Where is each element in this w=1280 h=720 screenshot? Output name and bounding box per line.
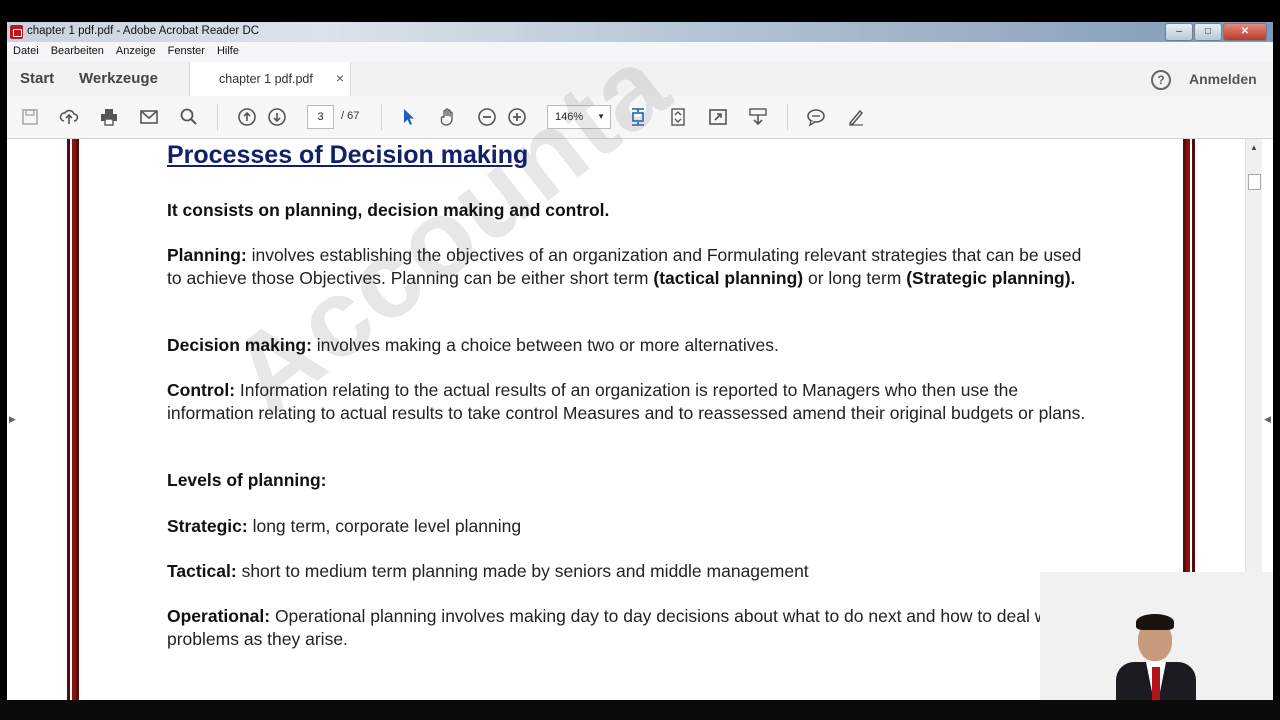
save-icon[interactable] <box>19 106 41 128</box>
os-taskbar <box>0 700 1280 720</box>
signin-button[interactable]: Anmelden <box>1189 71 1257 87</box>
menu-hilfe[interactable]: Hilfe <box>211 42 245 62</box>
planning-label: Planning: <box>167 245 247 265</box>
scrollbar-thumb[interactable] <box>1248 174 1261 190</box>
window-title: chapter 1 pdf.pdf - Adobe Acrobat Reader… <box>27 25 260 37</box>
scroll-up-icon[interactable]: ▲ <box>1250 143 1258 152</box>
sign-icon[interactable] <box>845 106 867 128</box>
levels-heading: Levels of planning: <box>167 469 1097 492</box>
tab-document-label: chapter 1 pdf.pdf <box>219 72 313 86</box>
minimize-button[interactable]: – <box>1165 23 1193 41</box>
toolbar-separator <box>217 104 218 130</box>
tactical-text: short to medium term planning made by se… <box>236 561 809 581</box>
acrobat-logo-icon <box>10 25 23 39</box>
intro-text: It consists on planning, decision making… <box>167 200 610 220</box>
strategic-paragraph: Strategic: long term, corporate level pl… <box>167 515 1097 538</box>
strategic-label: Strategic: <box>167 516 248 536</box>
decision-text: involves making a choice between two or … <box>311 335 779 355</box>
presenter-tie <box>1152 667 1160 700</box>
page-up-icon[interactable] <box>236 106 258 128</box>
fullscreen-icon[interactable] <box>707 106 729 128</box>
close-tab-icon[interactable]: × <box>336 70 344 86</box>
tactical-label: Tactical: <box>167 561 237 581</box>
presenter-hair <box>1136 614 1174 630</box>
help-icon[interactable]: ? <box>1151 70 1171 90</box>
select-pointer-icon[interactable] <box>397 106 419 128</box>
upload-icon[interactable] <box>58 106 80 128</box>
email-icon[interactable] <box>138 106 160 128</box>
decision-paragraph: Decision making: involves making a choic… <box>167 334 1097 357</box>
operational-text: Operational planning involves making day… <box>167 606 1066 649</box>
window-controls: – □ ✕ <box>1165 23 1267 41</box>
webcam-overlay <box>1040 572 1273 700</box>
strategic-text: long term, corporate level planning <box>247 516 522 536</box>
menu-fenster[interactable]: Fenster <box>162 42 211 62</box>
tab-document[interactable]: chapter 1 pdf.pdf × <box>189 62 351 96</box>
read-mode-icon[interactable] <box>747 106 769 128</box>
page-heading: Processes of Decision making <box>167 141 529 169</box>
page-border-left <box>67 139 79 700</box>
menu-datei[interactable]: Datei <box>7 42 45 62</box>
page-number-input[interactable]: 3 <box>307 105 334 129</box>
tactical-paragraph: Tactical: short to medium term planning … <box>167 560 1097 583</box>
page-down-icon[interactable] <box>266 106 288 128</box>
menu-anzeige[interactable]: Anzeige <box>110 42 162 62</box>
operational-label: Operational: <box>167 606 271 626</box>
right-panel-toggle-icon[interactable]: ◀ <box>1264 414 1271 425</box>
control-label: Control: <box>167 380 236 400</box>
left-panel-toggle-icon[interactable]: ▶ <box>9 414 16 425</box>
control-paragraph: Control: Information relating to the act… <box>167 379 1097 425</box>
print-icon[interactable] <box>98 106 120 128</box>
control-text: Information relating to the actual resul… <box>167 380 1086 423</box>
page-total: / 67 <box>341 110 360 122</box>
close-button[interactable]: ✕ <box>1223 23 1267 41</box>
planning-paragraph: Planning: involves establishing the obje… <box>167 244 1097 290</box>
hand-icon[interactable] <box>437 106 459 128</box>
menu-bearbeiten[interactable]: Bearbeiten <box>45 42 110 62</box>
toolbar-separator <box>787 104 788 130</box>
title-bar: chapter 1 pdf.pdf - Adobe Acrobat Reader… <box>7 22 1273 42</box>
maximize-button[interactable]: □ <box>1194 23 1222 41</box>
intro-paragraph: It consists on planning, decision making… <box>167 199 1097 222</box>
planning-text-2: or long term <box>803 268 907 288</box>
tab-tools[interactable]: Werkzeuge <box>79 70 158 87</box>
levels-heading-text: Levels of planning: <box>167 470 327 490</box>
decision-label: Decision making: <box>167 335 312 355</box>
planning-bold-2: (Strategic planning). <box>906 268 1076 288</box>
toolbar-separator <box>381 104 382 130</box>
planning-bold-1: (tactical planning) <box>653 268 804 288</box>
comment-icon[interactable] <box>805 106 827 128</box>
tab-start[interactable]: Start <box>20 70 54 87</box>
operational-paragraph: Operational: Operational planning involv… <box>167 605 1097 651</box>
search-icon[interactable] <box>178 106 200 128</box>
